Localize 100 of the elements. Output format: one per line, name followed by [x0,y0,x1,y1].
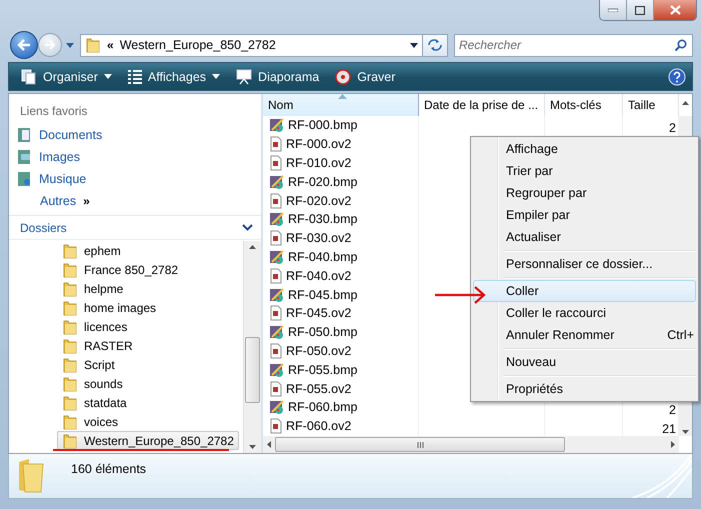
menu-item[interactable]: Coller [473,280,696,302]
file-name-cell[interactable]: RF-055.ov2 [263,379,419,398]
folder-item[interactable]: voices [57,412,124,431]
file-name-cell[interactable]: RF-030.ov2 [263,228,419,248]
menu-item[interactable]: Nouveau [473,351,696,373]
close-button[interactable] [654,0,696,20]
help-icon[interactable] [668,68,686,86]
scroll-left-icon[interactable] [267,441,271,448]
folder-item[interactable]: ephem [57,241,126,260]
file-name-cell[interactable]: RF-000.ov2 [263,134,419,154]
folder-icon [62,338,78,354]
file-name-cell[interactable]: RF-020.bmp [263,172,419,192]
folder-icon [62,242,78,258]
toolbar-button[interactable]: Organiser [15,66,118,88]
maximize-button[interactable] [627,0,654,20]
file-icon [269,192,283,209]
paint-file-icon [269,174,285,190]
list-view-icon [128,68,142,84]
folder-item[interactable]: helpme [57,279,128,298]
arrow-right-icon [44,40,56,50]
grip-icon [416,442,424,448]
folder-icon [62,394,78,410]
paint-file-icon [269,362,285,378]
folder-item[interactable]: sounds [57,374,128,393]
folder-item[interactable]: France 850_2782 [57,260,184,279]
file-name-cell[interactable]: RF-010.ov2 [263,154,419,172]
file-name-cell[interactable]: RF-045.ov2 [263,304,419,323]
more-link[interactable]: Autres [40,194,76,208]
menu-item[interactable]: Trier par [473,160,696,182]
toolbar-button[interactable]: Affichages [122,66,226,88]
scrollbar[interactable] [243,241,261,453]
scroll-down-icon[interactable] [249,445,256,449]
arrow-annotation [435,286,487,304]
scroll-up-icon[interactable] [682,101,689,105]
folder-item[interactable]: home images [57,298,162,317]
folder-item[interactable]: Western_Europe_850_2782 [57,431,239,450]
menu-item[interactable]: Regrouper par [473,182,696,204]
address-field[interactable]: « Western_Europe_850_2782 [80,34,423,56]
folder-icon [62,318,78,334]
projector-screen-icon [236,68,252,84]
search-field[interactable]: Rechercher [454,34,693,56]
column-header[interactable]: Nom [263,94,419,116]
size-cell: 2 [669,120,676,135]
arrow-left-icon [17,39,31,51]
file-icon [269,305,283,322]
back-button[interactable] [10,31,38,59]
maximize-icon [635,6,645,14]
toolbar-button[interactable]: Diaporama [230,66,326,88]
search-icon[interactable] [674,38,687,52]
menu-item[interactable]: Empiler par [473,204,696,226]
folder-item[interactable]: RASTER [57,336,138,355]
file-name-cell[interactable]: RF-060.bmp [263,398,419,417]
size-cell: 2 [669,402,676,417]
scroll-right-icon[interactable] [671,441,675,448]
scroll-down-icon[interactable] [682,430,689,434]
file-name-cell[interactable]: RF-050.ov2 [263,342,419,360]
folder-item[interactable]: statdata [57,393,132,412]
file-name-cell[interactable]: RF-050.bmp [263,322,419,342]
file-name-cell[interactable]: RF-030.bmp [263,210,419,229]
scroll-up-icon[interactable] [249,245,256,249]
chevron-down-icon [242,224,253,231]
file-name-cell[interactable]: RF-040.bmp [263,248,419,266]
folder-icon [62,376,78,392]
paint-file-icon [269,324,285,340]
chevron-icon[interactable]: » [83,194,90,208]
horizontal-scrollbar[interactable] [263,436,679,453]
menu-item[interactable]: Annuler Renommer Ctrl+ [473,324,696,346]
close-icon [670,5,680,15]
favorite-link[interactable]: Images [9,146,261,168]
folders-header[interactable]: Dossiers [9,215,261,240]
menu-item[interactable]: Personnaliser ce dossier... [473,253,696,275]
history-dropdown-icon[interactable] [66,42,74,48]
menu-item[interactable]: Actualiser [473,226,696,248]
favorite-link[interactable]: Musique [9,168,261,190]
library-icon [17,127,31,143]
favorite-link[interactable]: Documents [9,124,261,146]
refresh-button[interactable] [423,34,448,56]
file-name-cell[interactable]: RF-055.bmp [263,360,419,380]
file-name-cell[interactable]: RF-045.bmp [263,285,419,304]
dropdown-icon[interactable] [410,42,418,48]
item-count: 160 éléments [71,462,146,476]
file-name-cell[interactable]: RF-040.ov2 [263,266,419,286]
menu-item[interactable]: Propriétés [473,378,696,400]
folder-icon [62,432,78,448]
toolbar-button[interactable]: Graver [329,66,402,88]
refresh-icon [427,38,443,52]
file-name-cell[interactable]: RF-020.ov2 [263,191,419,210]
folder-icon [85,37,101,53]
paint-file-icon [269,248,285,265]
folder-icon [62,280,78,296]
folder-item[interactable]: Script [57,355,120,374]
folder-icon [62,414,78,430]
file-icon [269,342,283,359]
file-name-cell[interactable]: RF-000.bmp [263,116,419,135]
minimize-button[interactable] [600,0,627,20]
file-icon [269,418,283,434]
menu-item[interactable]: Coller le raccourci [473,302,696,324]
folder-item[interactable]: licences [57,317,132,336]
pages-icon [21,68,37,84]
menu-item[interactable]: Affichage [473,138,696,160]
